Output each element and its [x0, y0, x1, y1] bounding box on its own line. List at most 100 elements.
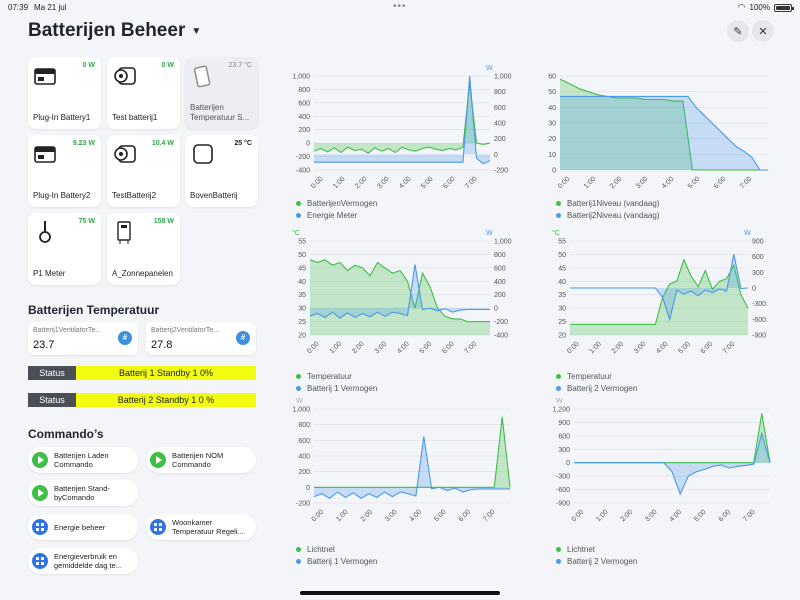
legend-item[interactable]: Batterij 1 Vermogen	[296, 555, 377, 567]
status-text: Batterij 1 Standby 1 0%	[76, 366, 256, 380]
chart-1[interactable]: 1,000 800 600 400 200 0 -200 -400 1,000 800 600 400…	[280, 65, 530, 205]
y-tick-label: 1,000	[292, 74, 310, 81]
y2-tick-label: 300	[752, 270, 764, 277]
command-label-line1: Batterijen Stand-	[54, 484, 110, 493]
device-tile[interactable]: 9.23 W Plug-In Battery2	[28, 135, 101, 207]
tile-value: 0 W	[82, 62, 95, 69]
battery-plug-icon	[33, 63, 59, 94]
y-tick-label: -200	[296, 154, 310, 161]
command-label: Batterijen Stand-byComando	[54, 484, 110, 502]
command-label-line1: Energieverbruik en	[54, 552, 117, 561]
y2-tick-label: -600	[752, 317, 766, 324]
x-tick-label: 5:00	[433, 509, 448, 524]
temp-card-1[interactable]: Batterij1VentilatorTe... 23.7 #	[28, 322, 138, 355]
y-unit-label: °C	[552, 229, 560, 237]
multitask-dots-icon[interactable]: •••	[393, 1, 407, 12]
x-tick-label: 2:00	[611, 341, 626, 356]
y-tick-label: 0	[306, 141, 310, 148]
device-tile[interactable]: 158 W A_Zonnepanelen	[107, 213, 180, 285]
pencil-icon[interactable]: ✎	[727, 20, 749, 42]
legend-dot-icon	[296, 385, 301, 391]
command-button[interactable]: Woonkamer Temperatuur Regeli...	[146, 514, 256, 540]
command-button[interactable]: Energieverbruik en gemiddelde dag te...	[28, 548, 138, 574]
device-tile[interactable]: 10.4 W TestBatterij2	[107, 135, 180, 207]
y2-tick-label: 0	[752, 286, 756, 293]
x-tick-label: 3:00	[384, 509, 399, 524]
command-button[interactable]: Batterijen Stand-byComando	[28, 480, 138, 506]
command-button[interactable]: Energie beheer	[28, 514, 138, 540]
legend-label: Batterij 2 Vermogen	[567, 556, 638, 566]
legend-item[interactable]: BatterijenVermogen	[296, 197, 377, 209]
series-line	[574, 413, 771, 464]
chart-5[interactable]: 1,000 800 600 400 200 0 -200 W 0:00 1:00 2:00 3:00 4…	[280, 398, 530, 538]
chart-legend: Lichtnet Batterij 2 Vermogen	[556, 543, 637, 567]
status-row-1: Status Batterij 1 Standby 1 0%	[28, 366, 256, 380]
chart-svg: 1,200 900 600 300 0 -300 -600 -900 W 0:00 1:00 2:00…	[552, 398, 771, 524]
legend-dot-icon	[556, 558, 561, 564]
chart-4[interactable]: 55 50 45 40 35 30 25 20 900 600 300 0 -300 -600 -900 °C…	[540, 229, 790, 370]
status-row-2: Status Batterij 2 Standby 1 0 %	[28, 393, 256, 407]
page-title-text: Batterijen Beheer	[28, 20, 186, 41]
chart-2[interactable]: 60 50 40 30 20 10 0 0:00 1:00 2:00 3:00 4:00 5:00 6:0…	[540, 70, 790, 205]
y-unit-label: W	[296, 398, 303, 405]
device-tile[interactable]: 0 W Test batterij1	[107, 57, 180, 129]
command-label-line1: Batterijen Laden	[54, 451, 109, 460]
x-tick-label: 6:00	[442, 176, 457, 191]
command-button[interactable]: Batterijen NOM Commando	[146, 447, 256, 473]
x-tick-label: 0:00	[306, 341, 321, 356]
command-button[interactable]: Batterijen Laden Commando	[28, 447, 138, 473]
legend-dot-icon	[556, 546, 561, 552]
y-tick-label: 0	[306, 485, 310, 492]
close-icon[interactable]: ✕	[752, 20, 774, 42]
legend-label: Lichtnet	[307, 544, 336, 554]
home-indicator[interactable]	[300, 591, 500, 595]
x-tick-label: 4:00	[669, 509, 684, 524]
legend-dot-icon	[296, 546, 301, 552]
x-tick-label: 5:00	[677, 341, 692, 356]
chart-6[interactable]: 1,200 900 600 300 0 -300 -600 -900 W 0:00 1:00 2:00…	[540, 398, 790, 538]
y2-tick-label: 1,000	[494, 239, 512, 246]
legend-item[interactable]: Energie Meter	[296, 209, 377, 221]
legend-item[interactable]: Lichtnet	[556, 543, 637, 555]
y-tick-label: 10	[548, 152, 556, 159]
tile-name: A_Zonnepanelen	[112, 269, 173, 278]
y-tick-label: 55	[298, 239, 306, 246]
dashboard-icon	[32, 553, 48, 569]
legend-item[interactable]: Batterij 1 Vermogen	[296, 382, 377, 394]
y-tick-label: 35	[558, 292, 566, 299]
legend-label: Batterij2Niveau (vandaag)	[567, 210, 660, 220]
y-tick-label: 25	[558, 319, 566, 326]
legend-item[interactable]: Batterij1Niveau (vandaag)	[556, 197, 660, 209]
legend-item[interactable]: Temperatuur	[296, 370, 377, 382]
status-right: ◠ 100%	[738, 2, 794, 13]
device-tile[interactable]: 23.7 °C Batterijen Temperatuur S...	[185, 57, 258, 129]
legend-item[interactable]: Batterij2Niveau (vandaag)	[556, 209, 660, 221]
legend-item[interactable]: Batterij 2 Vermogen	[556, 382, 637, 394]
page-title[interactable]: Batterijen Beheer ▼	[28, 20, 201, 42]
y2-tick-label: 200	[494, 136, 506, 143]
legend-item[interactable]: Temperatuur	[556, 370, 637, 382]
y-tick-label: 300	[558, 447, 570, 454]
tile-value: 158 W	[153, 218, 174, 225]
y-tick-label: 1,200	[552, 407, 570, 414]
y2-tick-label: 600	[494, 105, 506, 112]
device-tile[interactable]: 75 W P1 Meter	[28, 213, 101, 285]
y-unit-label: °C	[292, 229, 300, 237]
legend-item[interactable]: Lichtnet	[296, 543, 377, 555]
device-tile[interactable]: 25 °C BovenBatterij	[185, 135, 258, 207]
y2-tick-label: 200	[494, 292, 506, 299]
chevron-down-icon[interactable]: ▼	[191, 26, 201, 37]
temp-card-2[interactable]: Batterij2VentilatorTe... 27.8 #	[146, 322, 256, 355]
command-label-line2: gemiddelde dag te...	[54, 561, 122, 570]
command-label-line2: Commando	[172, 460, 211, 469]
device-tile[interactable]: 0 W Plug-In Battery1	[28, 57, 101, 129]
chart-3[interactable]: 55 50 45 40 35 30 25 20 1,000 800 600 400 200 0 -200 -4…	[280, 229, 530, 370]
tile-name: P1 Meter	[33, 269, 66, 278]
x-tick-label: 7:00	[739, 176, 754, 191]
x-tick-label: 3:00	[633, 341, 648, 356]
y-tick-label: 30	[558, 306, 566, 313]
y-tick-label: 0	[566, 460, 570, 467]
battery-icon	[774, 3, 794, 12]
y2-tick-label: -900	[752, 333, 766, 340]
legend-item[interactable]: Batterij 2 Vermogen	[556, 555, 637, 567]
